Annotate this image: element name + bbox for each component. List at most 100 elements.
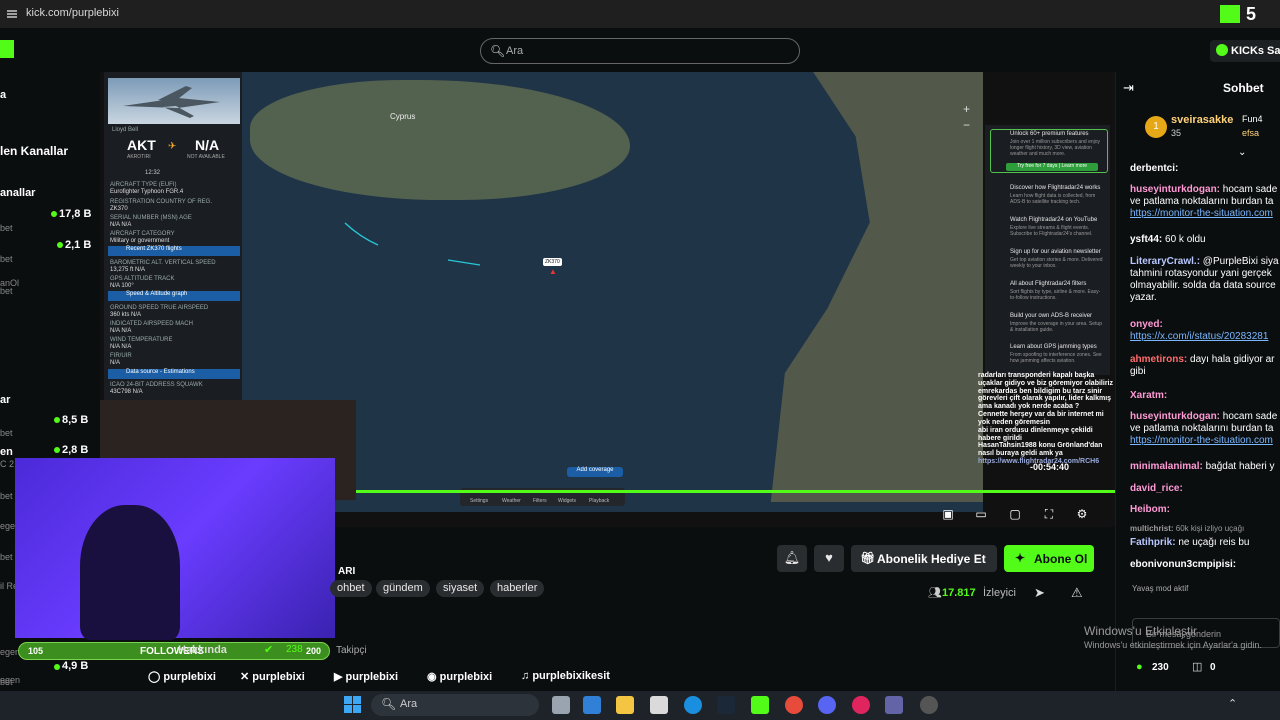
speed-altitude-section[interactable]: Speed & Altitude graph [108,291,240,301]
social-link-instagram[interactable]: ◯ purplebixi [148,670,216,683]
address-bar[interactable]: kick.com/purplebixi [26,7,119,19]
zoom-out-icon[interactable]: − [963,118,970,132]
steam-icon[interactable] [717,696,735,714]
sidebar-channel-category[interactable]: bet [0,254,13,264]
overlay-chat-line: emrekardas ben bildigim bu tarz sinir gö… [978,387,1112,411]
promo-title[interactable]: Sign up for our aviation newsletter [1010,249,1101,255]
edge-icon[interactable] [684,696,702,714]
rewards-balance[interactable]: 0 [1210,662,1216,673]
video-progress-bar[interactable] [335,490,1115,493]
chat-username[interactable]: Fatihprik: [1130,537,1176,548]
map-tool-playback[interactable]: Playback [589,498,609,504]
kicks-balance[interactable]: 230 [1152,662,1169,673]
aircraft-icon[interactable]: ▲ [549,267,557,276]
taskbar-search-icon: 🔍︎ [381,697,397,711]
collapse-chat-icon[interactable]: ⇥ [1123,80,1134,96]
promo-title[interactable]: All about Flightradar24 filters [1010,281,1086,287]
stream-tag[interactable]: ohbet [330,580,372,597]
overlay-chat-line: abi iran ordusu dinlenmeye çekildi haber… [978,426,1093,442]
chat-username[interactable]: multichrist: [1130,524,1174,533]
promo-title[interactable]: Watch Flightradar24 on YouTube [1010,217,1097,223]
chat-username[interactable]: Xaratm: [1130,390,1167,401]
social-link-x[interactable]: ✕ purplebixi [240,670,305,683]
sidebar-channel-category[interactable]: bet [0,428,13,438]
kick-extension-icon[interactable] [1220,5,1240,23]
gift-subscription-button[interactable]: 🎁︎ Abonelik Hediye Et [851,545,997,572]
stream-tag[interactable]: gündem [376,580,430,597]
map-tool-weather[interactable]: Weather [502,498,521,504]
tray-chevron-icon[interactable]: ⌃ [1228,697,1237,710]
sidebar-channel-category[interactable]: bet [0,223,13,233]
notification-bell-button[interactable]: 🔔︎ [777,545,807,572]
map-tool-settings[interactable]: Settings [470,498,488,504]
follow-heart-button[interactable]: ♥ [814,545,844,572]
add-coverage-button[interactable]: Add coverage [567,467,623,477]
chat-username[interactable]: ahmetirons: [1130,354,1187,365]
site-settings-icon[interactable] [6,7,18,19]
chat-username[interactable]: huseyinturkdogan: [1130,184,1220,195]
sidebar-channel-category[interactable]: bet [0,677,13,687]
settings-gear-icon[interactable]: ⚙ [1076,508,1088,520]
zoom-in-icon[interactable]: + [963,102,970,116]
kick-logo[interactable] [0,40,14,58]
promo-title[interactable]: Build your own ADS-B receiver [1010,313,1092,319]
chat-username[interactable]: ebonivonun3cmpipisi: [1130,559,1236,570]
pinned-extra: Fun4 [1242,114,1263,124]
promo-title[interactable]: Learn about GPS jamming types [1010,344,1097,350]
expand-pinned-icon[interactable]: ⌄ [1238,147,1246,158]
obs-icon[interactable] [920,696,938,714]
chat-link[interactable]: https://x.com/i/status/20283281 [1130,331,1268,342]
bell-icon: 🔔︎ [783,550,801,565]
sidebar-viewer-count: 2,8 B [62,444,89,456]
social-link-discord[interactable]: ◉ purplebixi [427,670,492,683]
kick-app-icon[interactable] [751,696,769,714]
discord-app-icon[interactable] [818,696,836,714]
share-icon[interactable]: ➤ [1034,585,1045,601]
aircraft-marker-label[interactable]: ZK370 [543,258,562,266]
emote-bar[interactable] [1132,598,1280,616]
chat-username[interactable]: LiteraryCrawl.: [1130,256,1200,267]
task-view-icon[interactable] [552,696,570,714]
chat-link[interactable]: https://monitor-the-situation.com [1130,435,1273,446]
subscribe-button[interactable]: ✦ Abone Ol [1004,545,1094,572]
media-player-icon[interactable] [852,696,870,714]
map-tool-widgets[interactable]: Widgets [558,498,576,504]
widgets-icon[interactable] [583,696,601,714]
search-input[interactable] [480,38,800,64]
map-tool-filters[interactable]: Filters [533,498,547,504]
theater-mode-icon[interactable]: ▭ [975,508,987,520]
store-icon[interactable] [650,696,668,714]
report-icon[interactable]: ⚠︎ [1071,585,1083,601]
windows-start-icon[interactable] [343,695,362,714]
chat-username[interactable]: huseyinturkdogan: [1130,411,1220,422]
promo-title[interactable]: Discover how Flightradar24 works [1010,185,1100,191]
data-source-section[interactable]: Data source - Estimations [108,369,240,379]
sidebar-channel-category[interactable]: bet [0,491,13,501]
social-link-youtube[interactable]: ▶ purplebixi [334,670,398,683]
chat-text: ne uçağı reis bu [1175,537,1250,548]
aircraft-photo [108,78,240,124]
chrome-icon[interactable] [785,696,803,714]
clip-icon[interactable]: ▢ [1009,508,1021,520]
chat-link[interactable]: https://monitor-the-situation.com [1130,208,1273,219]
file-explorer-icon[interactable] [616,696,634,714]
chat-username[interactable]: minimalanimal: [1130,461,1203,472]
chat-username[interactable]: david_rice: [1130,483,1183,494]
fullscreen-icon[interactable]: ⛶ [1043,508,1055,520]
stream-tag[interactable]: siyaset [436,580,485,597]
chat-username[interactable]: onyed: [1130,319,1163,330]
chat-username[interactable]: derbentci: [1130,163,1178,174]
pinned-user[interactable]: sveirasakke [1171,114,1233,126]
free-trial-button[interactable]: Try free for 7 days | Learn more [1006,163,1098,171]
origin-name: AKROTIRI [127,154,151,160]
chat-username[interactable]: ysft44: [1130,234,1162,245]
stream-timer: -00:54:40 [1030,462,1070,472]
picture-in-picture-icon[interactable]: ▣ [942,508,954,520]
live-indicator [51,211,57,217]
sidebar-channel-category[interactable]: anOl [0,278,19,288]
teams-icon[interactable] [885,696,903,714]
social-link-tiktok[interactable]: ♫ purplebixikesit [521,670,610,682]
chat-username[interactable]: Heibom: [1130,504,1170,515]
stream-tag[interactable]: haberler [490,580,545,597]
recent-flights-section[interactable]: Recent ZK370 flights [108,246,240,256]
